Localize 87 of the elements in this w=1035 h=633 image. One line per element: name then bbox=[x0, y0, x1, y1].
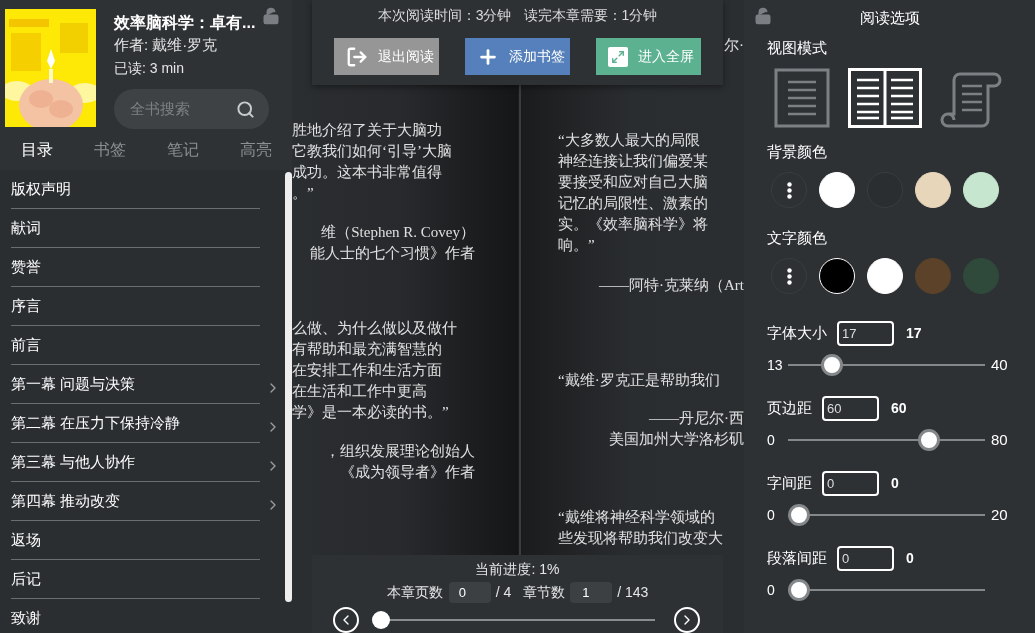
toc-item[interactable]: 赞誉 bbox=[11, 248, 282, 287]
toolbar-button[interactable]: 添加书签 bbox=[465, 38, 570, 75]
toc-item[interactable]: 返场 bbox=[11, 521, 282, 560]
quote-paragraph: “戴维·罗克正是帮助我们 bbox=[558, 371, 720, 390]
reading-stat: 本次阅读时间：3分钟 bbox=[377, 6, 512, 25]
attribution-text: 维（Stephen R. Covey） 能人士的七个习惯》作者 bbox=[310, 223, 475, 263]
exit-icon bbox=[346, 45, 368, 68]
slider-thumb[interactable] bbox=[371, 611, 390, 629]
slider-min: 0 bbox=[767, 430, 776, 450]
single-page-icon[interactable] bbox=[774, 68, 830, 128]
toc-item[interactable]: 献词 bbox=[11, 209, 282, 248]
slider-thumb[interactable] bbox=[821, 354, 844, 376]
toc-item[interactable]: 第四幕 推动改变 bbox=[11, 482, 282, 521]
setting-input[interactable]: 0 bbox=[822, 470, 879, 496]
chapter-total: / 143 bbox=[617, 583, 649, 602]
book-title: 效率脑科学：卓有... bbox=[114, 13, 257, 33]
setting-input[interactable]: 17 bbox=[837, 320, 894, 346]
slider-max: 20 bbox=[991, 504, 1008, 525]
section-label: 文字颜色 bbox=[767, 228, 828, 248]
setting-value: 0 bbox=[906, 548, 914, 568]
toc-item[interactable]: 第三幕 与他人协作 bbox=[11, 443, 282, 482]
setting-value: 0 bbox=[891, 473, 899, 493]
slider-thumb[interactable] bbox=[788, 579, 810, 601]
attribution-text: 尔· bbox=[724, 36, 744, 55]
progress-text: 当前进度: 1% bbox=[475, 560, 560, 578]
more-icon bbox=[786, 181, 792, 199]
search-input[interactable]: 全书搜索 bbox=[130, 97, 220, 121]
slider-min: 13 bbox=[767, 355, 784, 375]
lock-icon[interactable] bbox=[262, 6, 280, 26]
search-field[interactable]: 全书搜索 bbox=[114, 89, 269, 129]
setting-label: 字体大小 bbox=[767, 322, 827, 343]
setting-input[interactable]: 0 bbox=[837, 545, 894, 571]
setting-label: 页边距 bbox=[767, 397, 812, 418]
tab[interactable]: 笔记 bbox=[146, 140, 219, 160]
slider-thumb[interactable] bbox=[788, 504, 810, 526]
chapter-input[interactable]: 1 bbox=[570, 582, 613, 603]
setting-label: 段落间距 bbox=[767, 547, 827, 568]
setting-label: 字间距 bbox=[767, 472, 812, 493]
toc-item[interactable]: 致谢 bbox=[11, 599, 282, 633]
next-button[interactable] bbox=[674, 607, 700, 633]
double-page-icon[interactable] bbox=[848, 68, 922, 128]
setting-value: 60 bbox=[891, 398, 907, 418]
section-label: 背景颜色 bbox=[767, 142, 828, 162]
attribution-text: ，组织发展理论创始人 《成为领导者》作者 bbox=[325, 442, 475, 482]
toc-item[interactable]: 后记 bbox=[11, 560, 282, 599]
page-label: 本章页数 bbox=[386, 583, 443, 602]
page-total: / 4 bbox=[495, 583, 512, 602]
section-label: 视图模式 bbox=[767, 38, 828, 58]
quote-paragraph: 胜地介绍了关于大脑功 它教我们如何‘引导’大脑 成功。这本书非常值得 。” bbox=[292, 121, 452, 203]
tab[interactable]: 目录 bbox=[0, 140, 73, 160]
toc-item[interactable]: 第二幕 在压力下保持冷静 bbox=[11, 404, 282, 443]
setting-input[interactable]: 60 bbox=[822, 395, 879, 421]
tab[interactable]: 书签 bbox=[73, 140, 146, 160]
quote-paragraph: “大多数人最大的局限 神经连接让我们偏爱某 要接受和应对自己大脑 记忆的局限性、激素的 实。《效率脑科学》将 响。” bbox=[558, 131, 708, 255]
book-author: 作者: 戴维·罗克 bbox=[114, 35, 219, 55]
toc-item[interactable]: 版权声明 bbox=[11, 170, 282, 209]
slider-min: 0 bbox=[767, 580, 776, 600]
quote-paragraph: 么做、为什么做以及做什 有帮助和最充满智慧的 在安排工作和生活方面 在生活和工作中更高 学》是一本必读的书。” bbox=[292, 319, 457, 422]
setting-slider[interactable] bbox=[788, 504, 985, 526]
lock-icon[interactable] bbox=[754, 6, 772, 26]
setting-slider[interactable] bbox=[788, 579, 985, 601]
chapter-label: 章节数 bbox=[523, 583, 566, 602]
attribution-text: ——丹尼尔·西 美国加州大学洛杉矶 bbox=[609, 409, 744, 449]
panel-title: 阅读选项 bbox=[859, 8, 920, 28]
previous-button[interactable] bbox=[333, 607, 359, 633]
toc-item[interactable]: 第一幕 问题与决策 bbox=[11, 365, 282, 404]
slider-max: 40 bbox=[991, 354, 1008, 375]
slider-thumb[interactable] bbox=[917, 429, 940, 451]
toc-item[interactable]: 前言 bbox=[11, 326, 282, 365]
page-input[interactable]: 0 bbox=[448, 582, 491, 603]
scrollbar[interactable] bbox=[285, 172, 292, 602]
more-icon bbox=[786, 267, 792, 285]
setting-slider[interactable] bbox=[788, 354, 985, 376]
reading-stat: 读完本章需要：1分钟 bbox=[523, 6, 658, 25]
attribution-text: ——阿特·克莱纳（Art bbox=[599, 276, 744, 295]
slider-min: 0 bbox=[767, 505, 776, 525]
read-time: 已读: 3 min bbox=[114, 59, 185, 78]
expand-icon bbox=[608, 46, 628, 67]
toc-item[interactable]: 序言 bbox=[11, 287, 282, 326]
setting-value: 17 bbox=[906, 323, 922, 343]
search-icon[interactable] bbox=[236, 99, 255, 119]
color-swatch[interactable] bbox=[963, 258, 999, 294]
color-swatch[interactable] bbox=[915, 258, 951, 294]
tab[interactable]: 高亮 bbox=[219, 140, 292, 160]
slider-max: 80 bbox=[991, 429, 1008, 450]
quote-paragraph: “戴维将神经科学领域的 些发现将帮助我们改变大 bbox=[558, 508, 723, 548]
setting-slider[interactable] bbox=[788, 429, 985, 451]
